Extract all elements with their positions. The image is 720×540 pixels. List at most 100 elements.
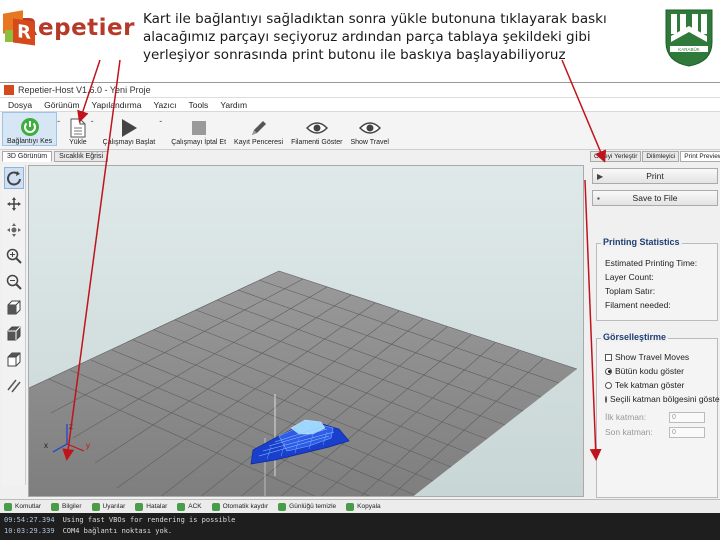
disconnect-button[interactable]: Bağlantıyı Kes bbox=[2, 112, 58, 146]
start-job-label: Çalışmayı Başlat bbox=[102, 139, 156, 146]
zoom-in-button[interactable] bbox=[4, 245, 24, 267]
menu-item-yapilandirma[interactable]: Yapılandırma bbox=[92, 100, 142, 110]
tab-slicer[interactable]: Dilimleyici bbox=[642, 151, 680, 162]
first-layer-label: İlk katman: bbox=[605, 412, 647, 422]
stat-filament-needed: Filament needed: bbox=[605, 300, 671, 310]
view-tool-sidebar bbox=[2, 165, 26, 485]
svg-text:KARABÜK: KARABÜK bbox=[678, 46, 700, 52]
repetier-host-window: Repetier-Host V1.6.0 - Yeni Proje Dosya … bbox=[0, 82, 720, 540]
menu-bar: Dosya Görünüm Yapılandırma Yazıcı Tools … bbox=[0, 98, 720, 112]
parallel-view-button[interactable] bbox=[4, 375, 24, 397]
tab-3d-view[interactable]: 3D Görünüm bbox=[2, 151, 53, 162]
stat-total-lines: Toplam Satır: bbox=[605, 286, 656, 296]
eye-icon bbox=[358, 122, 381, 134]
cube-front-icon bbox=[7, 300, 20, 315]
show-filament-button[interactable]: Filamenti Göster bbox=[287, 112, 346, 146]
load-label: Yükle bbox=[69, 139, 87, 146]
app-icon bbox=[4, 85, 14, 95]
log-clear-button[interactable]: Günlüğü temizle bbox=[278, 502, 336, 511]
radio-show-layer-range-label: Seçili katman bölgesini göster bbox=[610, 394, 720, 404]
show-travel-moves-label: Show Travel Moves bbox=[615, 352, 690, 362]
printing-statistics-title: Printing Statistics bbox=[601, 237, 682, 247]
show-travel-button[interactable]: Show Travel bbox=[346, 112, 393, 146]
3d-viewport[interactable]: x y z bbox=[28, 165, 584, 497]
front-view-button[interactable] bbox=[4, 297, 24, 319]
log-errors-button[interactable]: Hatalar bbox=[135, 502, 167, 511]
first-layer-row: İlk katman: 0 bbox=[605, 410, 717, 425]
build-plate-scene: x y z bbox=[29, 270, 578, 496]
menu-item-yazici[interactable]: Yazıcı bbox=[153, 100, 176, 110]
right-panel: Objeyi Yerleştir Dilimleyici Print Previ… bbox=[590, 151, 720, 501]
radio-show-single-layer[interactable]: Tek katman göster bbox=[605, 378, 717, 392]
zoom-in-icon bbox=[6, 248, 22, 264]
log-autoscroll-button[interactable]: Otomatik kaydır bbox=[211, 502, 268, 511]
stat-estimated-time: Estimated Printing Time: bbox=[605, 258, 698, 268]
last-layer-label: Son katman: bbox=[605, 427, 653, 437]
first-layer-input[interactable]: 0 bbox=[669, 412, 705, 423]
repetier-logo: R Repetier bbox=[3, 8, 135, 48]
tab-print-preview[interactable]: Print Preview bbox=[680, 151, 720, 162]
log-copy-button[interactable]: Kopyala bbox=[346, 502, 381, 511]
pencil-icon bbox=[251, 121, 266, 135]
axis-label-x: x bbox=[44, 441, 48, 450]
log-info-button[interactable]: Bilgiler bbox=[51, 502, 82, 511]
log-warnings-button[interactable]: Uyarılar bbox=[91, 502, 125, 511]
radio-show-all-code[interactable]: Bütün kodu göster bbox=[605, 364, 717, 378]
save-to-file-button[interactable]: ▪ Save to File bbox=[592, 190, 718, 206]
document-icon bbox=[70, 118, 86, 138]
tab-object-placement[interactable]: Objeyi Yerleştir bbox=[590, 151, 642, 162]
save-to-file-label: Save to File bbox=[632, 193, 678, 203]
axis-label-y: y bbox=[86, 441, 90, 450]
disconnect-label: Bağlantıyı Kes bbox=[7, 138, 53, 145]
zoom-out-button[interactable] bbox=[4, 271, 24, 293]
toolbar: Bağlantıyı Kes - Yükle - Çalışmayı Başla… bbox=[0, 112, 720, 150]
slide: R Repetier Kart ile bağlantıyı sağladıkt… bbox=[0, 0, 720, 540]
log-window-button[interactable]: Kayıt Penceresi bbox=[230, 112, 287, 146]
log-line: 09:54:27.394 Using fast VBOs for renderi… bbox=[4, 516, 236, 524]
university-seal-icon: KARABÜK bbox=[665, 9, 713, 67]
radio-show-all-code-label: Bütün kodu göster bbox=[615, 366, 684, 376]
play-icon bbox=[121, 119, 137, 137]
cube-side-icon bbox=[7, 326, 20, 341]
cancel-job-button[interactable]: Çalışmayı İptal Et bbox=[167, 112, 230, 146]
top-view-button[interactable] bbox=[4, 349, 24, 371]
cube-top-icon bbox=[7, 352, 20, 367]
move-tool-button[interactable] bbox=[4, 193, 24, 215]
rotate-tool-button[interactable] bbox=[3, 167, 24, 189]
log-line: 10:03:29.339 COM4 bağlantı noktası yok. bbox=[4, 527, 173, 535]
print-label: Print bbox=[646, 171, 664, 181]
printing-statistics-group: Printing Statistics Estimated Printing T… bbox=[596, 237, 718, 321]
side-view-button[interactable] bbox=[4, 323, 24, 345]
radio-show-layer-range[interactable]: Seçili katman bölgesini göster bbox=[605, 392, 720, 406]
menu-item-dosya[interactable]: Dosya bbox=[8, 100, 32, 110]
menu-item-tools[interactable]: Tools bbox=[188, 100, 208, 110]
show-travel-moves-checkbox[interactable]: Show Travel Moves bbox=[605, 350, 717, 364]
visualization-title: Görselleştirme bbox=[601, 332, 669, 342]
show-travel-label: Show Travel bbox=[350, 139, 389, 146]
right-tabs: Objeyi Yerleştir Dilimleyici Print Previ… bbox=[590, 151, 720, 162]
log-window-label: Kayıt Penceresi bbox=[234, 139, 284, 146]
menu-item-gorunum[interactable]: Görünüm bbox=[44, 100, 79, 110]
last-layer-input[interactable]: 0 bbox=[669, 427, 705, 438]
stop-icon bbox=[191, 121, 206, 135]
build-plate bbox=[29, 271, 577, 496]
last-layer-row: Son katman: 0 bbox=[605, 425, 717, 440]
save-icon: ▪ bbox=[597, 194, 600, 203]
radio-show-single-layer-label: Tek katman göster bbox=[615, 380, 685, 390]
start-job-button[interactable]: Çalışmayı Başlat bbox=[99, 112, 160, 146]
logo-text: Repetier bbox=[19, 15, 135, 41]
log-toolbar: Komutlar Bilgiler Uyarılar Hatalar ACK O… bbox=[0, 499, 720, 513]
stat-layer-count: Layer Count: bbox=[605, 272, 654, 282]
log-commands-button[interactable]: Komutlar bbox=[4, 502, 41, 511]
log-ack-button[interactable]: ACK bbox=[177, 502, 202, 511]
eye-icon bbox=[305, 122, 328, 134]
print-button[interactable]: ▶ Print bbox=[592, 168, 718, 184]
view-tabs: 3D Görünüm Sıcaklık Eğrisi bbox=[2, 151, 109, 162]
repetier-logo-icon: R bbox=[3, 10, 35, 46]
window-titlebar: Repetier-Host V1.6.0 - Yeni Proje bbox=[0, 83, 720, 98]
pan-tool-button[interactable] bbox=[4, 219, 24, 241]
tab-temperature-curve[interactable]: Sıcaklık Eğrisi bbox=[54, 151, 109, 162]
menu-item-yardim[interactable]: Yardım bbox=[220, 100, 247, 110]
visualization-group: Görselleştirme Show Travel Moves Bütün k… bbox=[596, 332, 720, 498]
load-button[interactable]: Yükle bbox=[65, 112, 91, 146]
